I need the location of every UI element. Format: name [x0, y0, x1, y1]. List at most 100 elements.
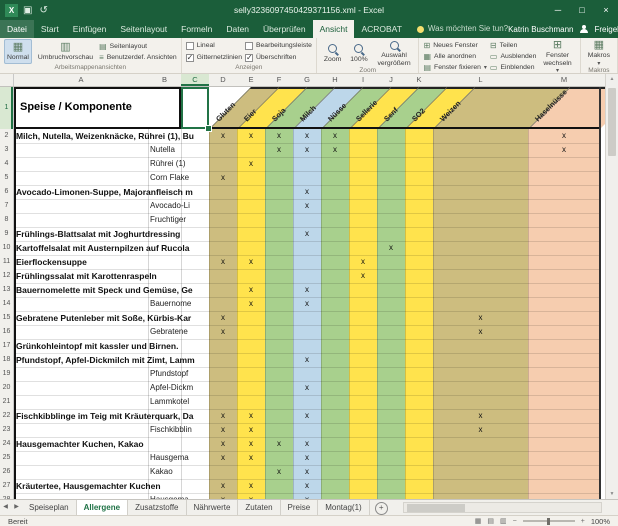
- dish-name-cell[interactable]: Grünkohleintopf mit kassler und Birnen.: [16, 339, 208, 353]
- minimize-button[interactable]: [546, 0, 570, 20]
- component-name-cell[interactable]: Apfel-Dickm: [150, 381, 208, 395]
- allergen-mark-cell[interactable]: x: [237, 479, 265, 493]
- dish-name-cell[interactable]: Fischkibblinge im Teig mit Kräuterquark,…: [16, 409, 208, 423]
- sheet-tab-allergene[interactable]: Allergene: [77, 500, 128, 515]
- selection-fill-handle[interactable]: [205, 125, 212, 132]
- dish-name-cell[interactable]: Milch, Nutella, Weizenknäcke, Rührei (1)…: [16, 129, 208, 143]
- vertical-scrollbar[interactable]: [605, 74, 618, 499]
- zoom-100-button[interactable]: 100%: [347, 39, 370, 67]
- horizontal-scrollbar[interactable]: [403, 502, 602, 513]
- row-header-14[interactable]: 14: [0, 297, 13, 311]
- column-header-E[interactable]: E: [237, 74, 265, 86]
- row-header-1[interactable]: 1: [0, 87, 13, 129]
- allergen-mark-cell[interactable]: x: [293, 283, 321, 297]
- allergen-mark-cell[interactable]: x: [209, 423, 237, 437]
- switch-windows-button[interactable]: Fenster wechseln: [539, 39, 575, 74]
- sheet-tab-zutaten[interactable]: Zutaten: [238, 500, 280, 515]
- allergen-mark-cell[interactable]: x: [293, 353, 321, 367]
- status-page-layout-icon[interactable]: [487, 517, 494, 526]
- status-normal-view-icon[interactable]: [475, 517, 482, 526]
- gridlines-checkbox-row[interactable]: Gitternetzlinien: [186, 54, 242, 62]
- custom-views-button[interactable]: Benutzerdef. Ansichten: [99, 53, 177, 62]
- allergen-mark-cell[interactable]: x: [237, 423, 265, 437]
- allergen-mark-cell[interactable]: x: [293, 451, 321, 465]
- component-name-cell[interactable]: Kakao: [150, 465, 208, 479]
- row-header-5[interactable]: 5: [0, 171, 13, 185]
- allergen-mark-cell[interactable]: x: [209, 325, 237, 339]
- share-button[interactable]: Freigeben: [594, 25, 618, 34]
- allergen-mark-cell[interactable]: x: [209, 479, 237, 493]
- allergen-mark-cell[interactable]: x: [349, 255, 377, 269]
- column-header-J[interactable]: J: [377, 74, 405, 86]
- macros-button[interactable]: Makros: [585, 39, 613, 67]
- component-name-cell[interactable]: Gebratene: [150, 325, 208, 339]
- tab-ueberpruefen[interactable]: Überprüfen: [256, 20, 313, 38]
- tab-einfuegen[interactable]: Einfügen: [66, 20, 114, 38]
- allergen-mark-cell[interactable]: x: [528, 143, 600, 157]
- column-header-A[interactable]: A: [14, 74, 148, 86]
- allergen-mark-cell[interactable]: x: [237, 129, 265, 143]
- allergen-mark-cell[interactable]: x: [293, 381, 321, 395]
- dish-name-cell[interactable]: Kräutertee, Hausgemachter Kuchen: [16, 479, 208, 493]
- zoom-slider-thumb[interactable]: [547, 518, 550, 525]
- column-header-K[interactable]: K: [405, 74, 433, 86]
- sheet-tab-naehrwerte[interactable]: Nährwerte: [187, 500, 239, 515]
- row-header-18[interactable]: 18: [0, 353, 13, 367]
- allergen-mark-cell[interactable]: x: [377, 241, 405, 255]
- column-header-F[interactable]: F: [265, 74, 293, 86]
- column-header-G[interactable]: G: [293, 74, 321, 86]
- allergen-mark-cell[interactable]: x: [209, 129, 237, 143]
- close-button[interactable]: [594, 0, 618, 20]
- tab-acrobat[interactable]: ACROBAT: [354, 20, 408, 38]
- tab-datei[interactable]: Datei: [0, 20, 34, 38]
- save-icon[interactable]: [23, 5, 32, 16]
- allergen-mark-cell[interactable]: x: [237, 283, 265, 297]
- row-header-2[interactable]: 2: [0, 129, 13, 143]
- zoom-level[interactable]: 100%: [591, 517, 610, 526]
- scroll-up-icon[interactable]: [606, 76, 618, 82]
- formula-bar-checkbox-row[interactable]: Bearbeitungsleiste: [245, 42, 312, 50]
- gridlines-checkbox[interactable]: [186, 54, 194, 62]
- row-header-16[interactable]: 16: [0, 325, 13, 339]
- component-name-cell[interactable]: Fruchtiger: [150, 213, 208, 227]
- component-name-cell[interactable]: Rührei (1): [150, 157, 208, 171]
- row-header-8[interactable]: 8: [0, 213, 13, 227]
- headings-checkbox-row[interactable]: Überschriften: [245, 54, 312, 62]
- row-header-3[interactable]: 3: [0, 143, 13, 157]
- row-header-4[interactable]: 4: [0, 157, 13, 171]
- new-sheet-button[interactable]: [375, 502, 388, 515]
- row-header-15[interactable]: 15: [0, 311, 13, 325]
- hide-button[interactable]: Ausblenden: [490, 52, 536, 61]
- zoom-in-icon[interactable]: [581, 517, 585, 526]
- dish-name-cell[interactable]: Bauernomelette mit Speck und Gemüse, Ge: [16, 283, 208, 297]
- allergen-mark-cell[interactable]: x: [265, 437, 293, 451]
- tab-formeln[interactable]: Formeln: [174, 20, 219, 38]
- page-break-preview-button[interactable]: Umbruchvorschau: [35, 39, 96, 64]
- select-all-corner[interactable]: [0, 74, 14, 86]
- freeze-panes-button[interactable]: Fenster fixieren: [423, 63, 486, 72]
- column-header-H[interactable]: H: [321, 74, 349, 86]
- row-header-13[interactable]: 13: [0, 283, 13, 297]
- allergen-mark-cell[interactable]: x: [293, 199, 321, 213]
- allergen-mark-cell[interactable]: x: [433, 409, 528, 423]
- allergen-mark-cell[interactable]: x: [293, 297, 321, 311]
- unhide-button[interactable]: Einblenden: [490, 63, 536, 72]
- allergen-mark-cell[interactable]: x: [321, 129, 349, 143]
- sheet-tab-speiseplan[interactable]: Speiseplan: [22, 500, 77, 515]
- allergen-mark-cell[interactable]: x: [209, 437, 237, 451]
- lineal-checkbox-row[interactable]: Lineal: [186, 42, 242, 50]
- column-header-M[interactable]: M: [528, 74, 600, 86]
- allergen-mark-cell[interactable]: x: [265, 143, 293, 157]
- sheet-tab-montag[interactable]: Montag(1): [318, 500, 369, 515]
- zoom-selection-button[interactable]: Auswahl vergrößern: [374, 39, 415, 67]
- column-header-C[interactable]: C: [181, 74, 209, 86]
- signed-in-user[interactable]: Katrin Buschmann: [508, 25, 573, 34]
- row-header-20[interactable]: 20: [0, 381, 13, 395]
- sheet-tab-preise[interactable]: Preise: [281, 500, 319, 515]
- allergen-mark-cell[interactable]: x: [265, 465, 293, 479]
- sheet-nav-left-icon[interactable]: [0, 500, 11, 515]
- allergen-mark-cell[interactable]: x: [237, 451, 265, 465]
- allergen-mark-cell[interactable]: x: [321, 143, 349, 157]
- allergen-mark-cell[interactable]: x: [265, 129, 293, 143]
- allergen-mark-cell[interactable]: x: [293, 129, 321, 143]
